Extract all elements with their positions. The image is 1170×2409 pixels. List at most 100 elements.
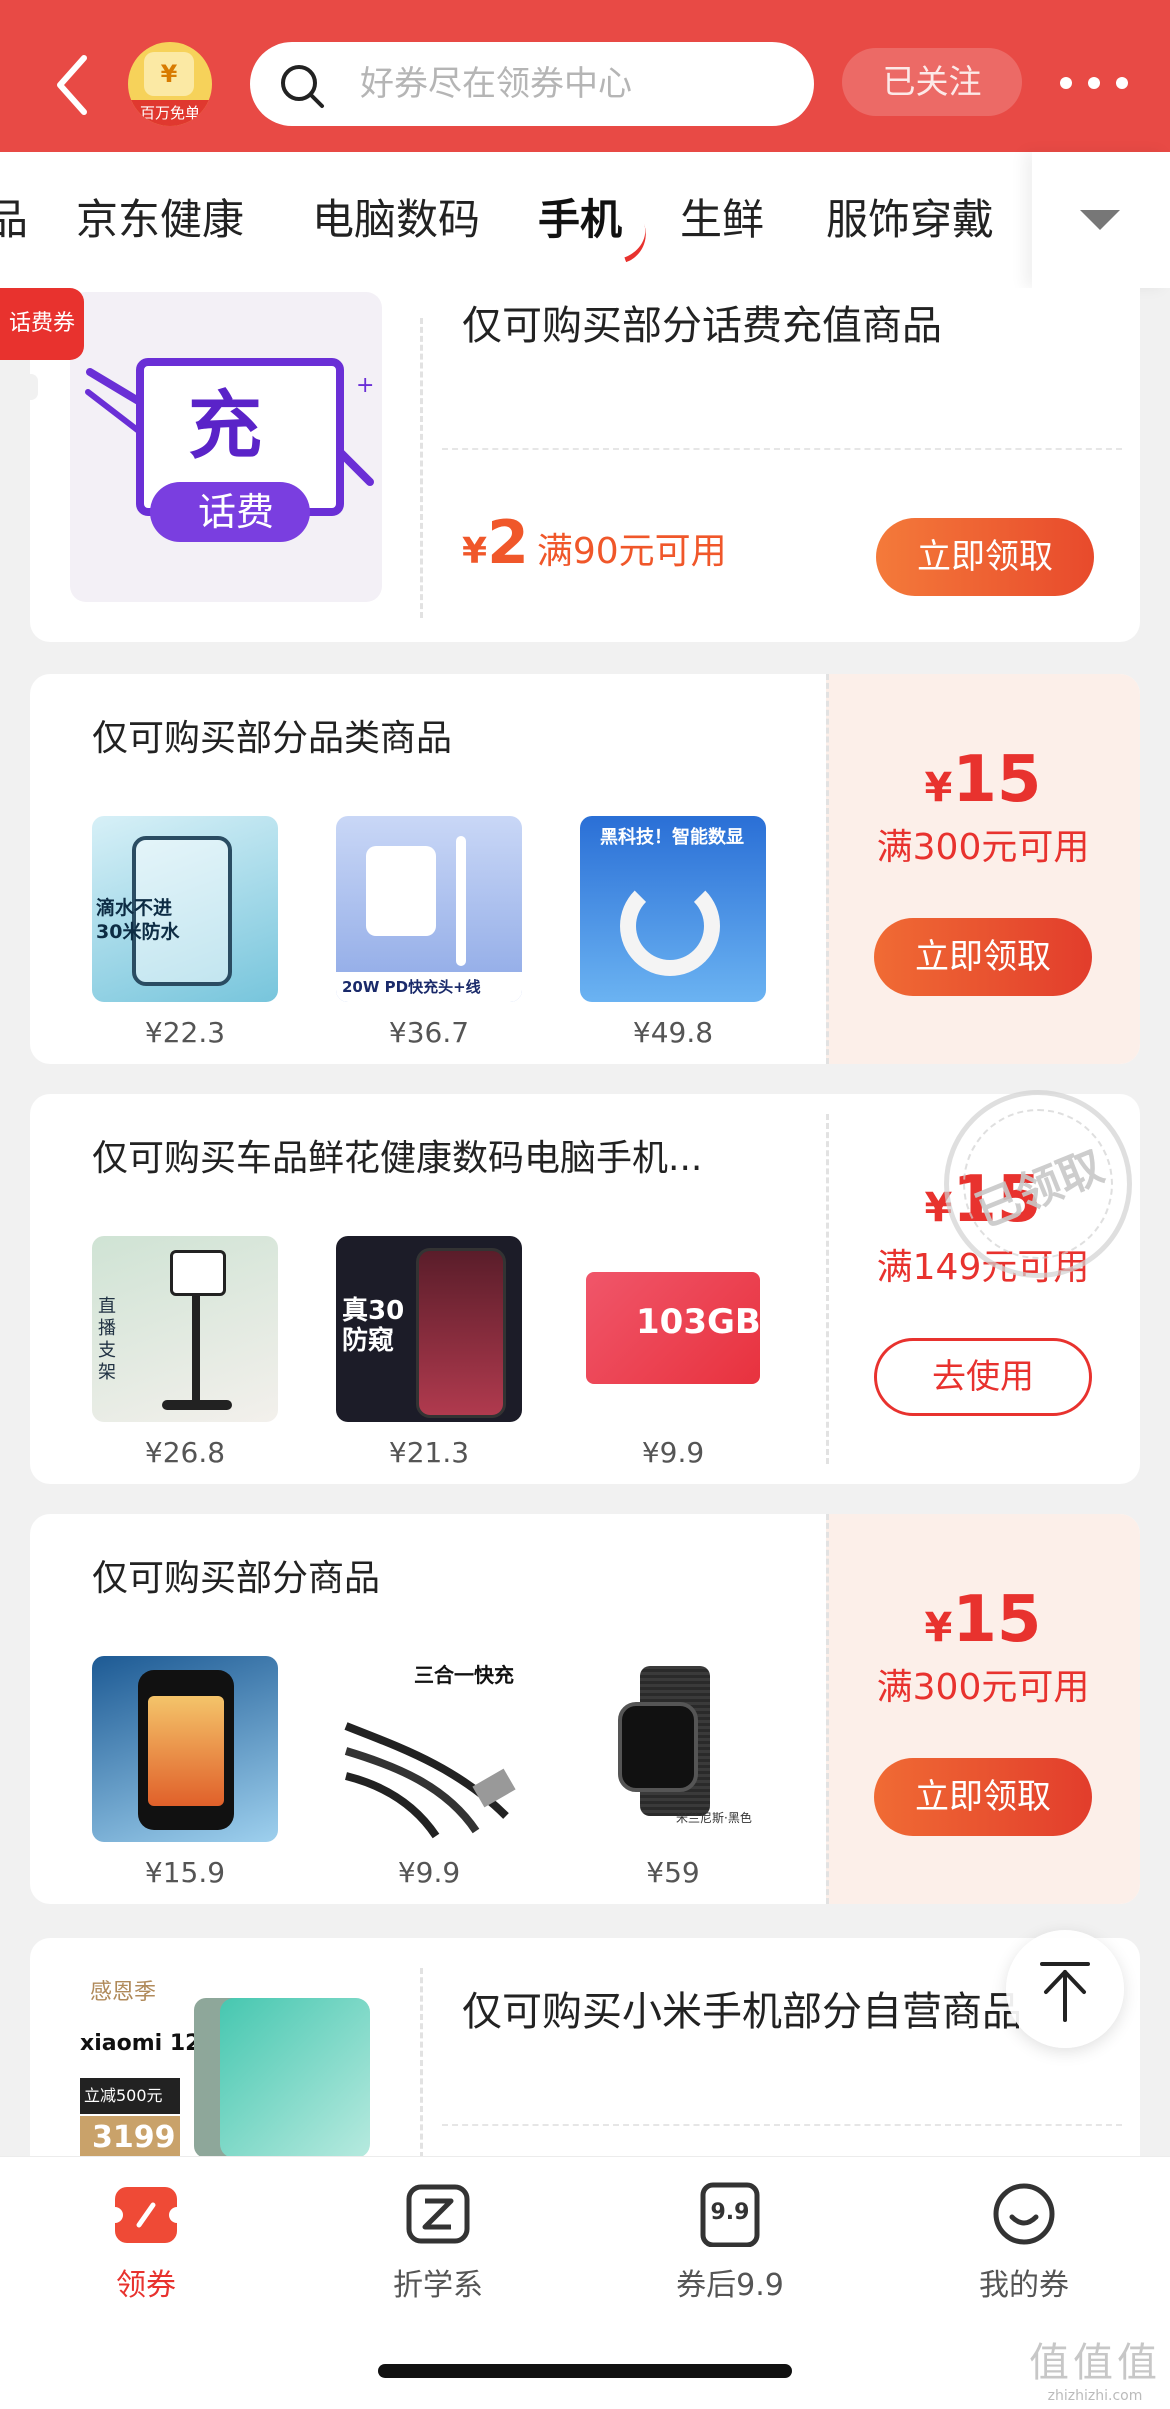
tab-jd-health[interactable]: 京东健康 bbox=[76, 192, 244, 248]
product-item[interactable]: 真30 防窥 ¥21.3 bbox=[336, 1236, 522, 1470]
product-image: 20W PD快充头+线 bbox=[336, 816, 522, 1002]
perforation-line bbox=[420, 318, 423, 618]
product-image bbox=[92, 1656, 278, 1842]
coupon-amount: ¥15 bbox=[826, 740, 1140, 836]
product-image-text: 三合一快充 bbox=[414, 1663, 514, 1687]
product-item[interactable]: 三合一快充 ¥9.9 bbox=[336, 1656, 522, 1890]
product-price: ¥15.9 bbox=[144, 1856, 226, 1889]
product-price: ¥26.8 bbox=[144, 1436, 226, 1469]
nav-label: 我的券 bbox=[979, 2268, 1069, 2303]
search-icon bbox=[281, 65, 324, 108]
product-image: 三合一快充 bbox=[336, 1656, 522, 1842]
coin-icon: ¥ bbox=[144, 52, 194, 96]
xiaomi-promo-image: 感恩季 xiaomi 12 立减500元 3199 bbox=[70, 1978, 400, 2158]
product-price: ¥59 bbox=[646, 1856, 700, 1889]
claim-button[interactable]: 立即领取 bbox=[876, 518, 1094, 596]
divider bbox=[442, 448, 1122, 450]
arrow-up-icon bbox=[1040, 1962, 1090, 2022]
coupon-amount: ¥2 满90元可用 bbox=[462, 508, 727, 593]
product-image-text: 黑科技！智能数显 bbox=[600, 827, 744, 848]
coupon-title: 仅可购买部分话费充值商品 bbox=[462, 303, 942, 349]
coupon-value-panel: ¥15 满300元可用 立即领取 bbox=[826, 1514, 1140, 1904]
coupon-value-panel: ¥15 满300元可用 立即领取 bbox=[826, 674, 1140, 1064]
use-coupon-button[interactable]: 去使用 bbox=[874, 1338, 1092, 1416]
product-item[interactable]: 滴水不进 30米防水 ¥22.3 bbox=[92, 816, 278, 1050]
top-bar: ¥ 百万免单 好券尽在领券中心 已关注 bbox=[0, 0, 1170, 152]
nav-after-coupon-9-9[interactable]: 9.9 券后9.9 bbox=[630, 2181, 830, 2305]
follow-button[interactable]: 已关注 bbox=[842, 48, 1022, 116]
product-image-text: 20W PD快充头+线 bbox=[342, 978, 481, 996]
image-main-text: 充 bbox=[188, 383, 262, 469]
product-image: 103GB bbox=[580, 1236, 766, 1422]
nav-label: 折学系 bbox=[393, 2268, 483, 2303]
product-image: 直播支架 bbox=[92, 1236, 278, 1422]
product-price: ¥49.8 bbox=[632, 1016, 714, 1049]
z-logo-icon bbox=[405, 2181, 471, 2247]
product-item[interactable]: 20W PD快充头+线 ¥36.7 bbox=[336, 816, 522, 1050]
nav-my-coupons[interactable]: 我的券 bbox=[924, 2181, 1124, 2305]
phone-credit-image: + 充 话费 bbox=[70, 292, 382, 602]
coupon-title: 仅可购买部分品类商品 bbox=[92, 718, 453, 759]
currency-symbol: ¥ bbox=[924, 1605, 953, 1651]
product-image-text: 103GB bbox=[636, 1302, 761, 1342]
claim-button[interactable]: 立即领取 bbox=[874, 1758, 1092, 1836]
coupon-title: 仅可购买小米手机部分自营商品 bbox=[462, 1989, 1022, 2035]
perforation-line bbox=[420, 1968, 423, 2158]
nav-label: 券后9.9 bbox=[676, 2268, 784, 2303]
product-price: ¥36.7 bbox=[388, 1016, 470, 1049]
product-item[interactable]: 米兰尼斯·黑色 ¥59 bbox=[580, 1656, 766, 1890]
promo-discount-text: 立减500元 bbox=[84, 2086, 163, 2105]
divider bbox=[442, 2124, 1122, 2126]
coupon-icon bbox=[107, 2181, 185, 2247]
search-placeholder: 好券尽在领券中心 bbox=[360, 64, 632, 104]
tab-apparel[interactable]: 服饰穿戴 bbox=[826, 192, 994, 248]
back-button[interactable] bbox=[50, 50, 100, 120]
nav-coupons[interactable]: 领券 bbox=[46, 2181, 246, 2305]
claim-button[interactable]: 立即领取 bbox=[874, 918, 1092, 996]
product-image: 米兰尼斯·黑色 bbox=[580, 1656, 766, 1842]
back-to-top-button[interactable] bbox=[1006, 1930, 1124, 2048]
coupon-card-products: ¥15 满300元可用 立即领取 仅可购买部分商品 ¥15.9 三合一快充 ¥9… bbox=[30, 1514, 1140, 1904]
currency-symbol: ¥ bbox=[462, 531, 488, 572]
chevron-down-icon bbox=[1080, 210, 1120, 230]
tab-phone[interactable]: 手机 bbox=[538, 192, 622, 248]
tabs-expand-button[interactable] bbox=[1032, 152, 1170, 288]
coupon-card-xiaomi: 感恩季 xiaomi 12 立减500元 3199 仅可购买小米手机部分自营商品 bbox=[30, 1938, 1140, 2158]
product-item[interactable]: 黑科技！智能数显 ¥49.8 bbox=[580, 816, 766, 1050]
promo-brand-text: xiaomi 12 bbox=[80, 2031, 201, 2056]
svg-text:+: + bbox=[356, 373, 374, 398]
perforation-line bbox=[826, 674, 829, 1064]
coupon-title: 仅可购买部分商品 bbox=[92, 1558, 381, 1599]
badge-label: 百万免单 bbox=[128, 100, 212, 126]
nav-label: 领券 bbox=[116, 2268, 176, 2303]
home-indicator bbox=[378, 2364, 792, 2378]
watermark-text: 值值值 bbox=[1029, 2340, 1161, 2386]
product-image-text: 米兰尼斯·黑色 bbox=[676, 1811, 752, 1825]
product-image-text: 滴水不进 30米防水 bbox=[96, 897, 180, 943]
coupon-condition: 满300元可用 bbox=[876, 827, 1090, 868]
coupon-card-category: ¥15 满300元可用 立即领取 仅可购买部分品类商品 滴水不进 30米防水 ¥… bbox=[30, 674, 1140, 1064]
more-menu-button[interactable] bbox=[1060, 72, 1130, 94]
search-bar[interactable]: 好券尽在领券中心 bbox=[250, 42, 814, 126]
product-item[interactable]: 103GB ¥9.9 bbox=[580, 1236, 766, 1470]
free-order-badge[interactable]: ¥ 百万免单 bbox=[128, 42, 212, 126]
coupon-type-tag: 话费券 bbox=[0, 288, 84, 360]
back-arrow-icon bbox=[57, 55, 87, 115]
coupon-title: 仅可购买车品鲜花健康数码电脑手机... bbox=[92, 1138, 703, 1179]
perforation-line bbox=[826, 1514, 829, 1904]
nav-zhexuexi[interactable]: 折学系 bbox=[338, 2181, 538, 2305]
product-item[interactable]: ¥15.9 bbox=[92, 1656, 278, 1890]
tab-fresh[interactable]: 生鲜 bbox=[680, 192, 764, 248]
product-price: ¥9.9 bbox=[641, 1436, 705, 1469]
tab-partial[interactable]: 品 bbox=[0, 192, 28, 248]
product-price: ¥21.3 bbox=[388, 1436, 470, 1469]
product-image-text: 真30 防窥 bbox=[342, 1296, 405, 1356]
promo-price-text: 3199 bbox=[92, 2120, 176, 2155]
product-item[interactable]: 直播支架 ¥26.8 bbox=[92, 1236, 278, 1470]
amount-value: 15 bbox=[952, 743, 1042, 817]
coupon-card-phone-credit: + 充 话费 仅可购买部分话费充值商品 ¥2 满90元可用 立即领取 bbox=[30, 288, 1140, 642]
promo-season-text: 感恩季 bbox=[90, 1980, 157, 2005]
currency-symbol: ¥ bbox=[924, 765, 953, 811]
tab-computer-digital[interactable]: 电脑数码 bbox=[312, 192, 480, 248]
product-price: ¥9.9 bbox=[397, 1856, 461, 1889]
